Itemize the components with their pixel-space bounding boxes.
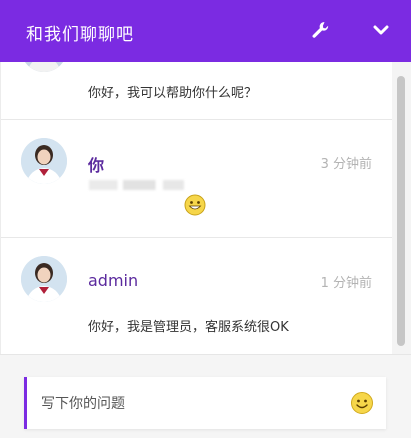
sender-name: admin	[88, 271, 139, 290]
avatar	[21, 62, 67, 72]
avatar	[21, 138, 67, 184]
smiley-icon[interactable]	[350, 391, 374, 415]
message-item: admin 1 分钟前 你好，我是管理员，客服系统很OK	[1, 237, 393, 354]
question-input-box	[24, 377, 386, 429]
sender-name: 你	[88, 156, 105, 175]
scrollbar-thumb[interactable]	[397, 76, 405, 346]
message-text: 你好，我是管理员，客服系统很OK	[88, 320, 289, 335]
message-list[interactable]: 你好，我可以帮助你什么呢？ 你 3 分钟前 admin 1 分钟前 你好，我是管…	[0, 62, 411, 354]
smiley-icon	[184, 194, 206, 216]
chevron-down-icon[interactable]	[370, 19, 392, 41]
scrollbar[interactable]	[392, 62, 411, 354]
wrench-icon[interactable]	[309, 19, 331, 41]
avatar	[21, 256, 67, 302]
message-text: 你好，我可以帮助你什么呢？	[88, 86, 258, 101]
chat-header: 和我们聊聊吧	[0, 0, 411, 62]
question-input[interactable]	[39, 391, 333, 417]
message-text-blurred	[89, 180, 184, 190]
message-item: 你好，我可以帮助你什么呢？	[1, 62, 393, 119]
message-time: 3 分钟前	[320, 157, 372, 172]
chat-title: 和我们聊聊吧	[26, 25, 134, 45]
composer	[0, 354, 411, 438]
message-time: 1 分钟前	[320, 276, 372, 291]
message-item: 你 3 分钟前	[1, 119, 393, 238]
